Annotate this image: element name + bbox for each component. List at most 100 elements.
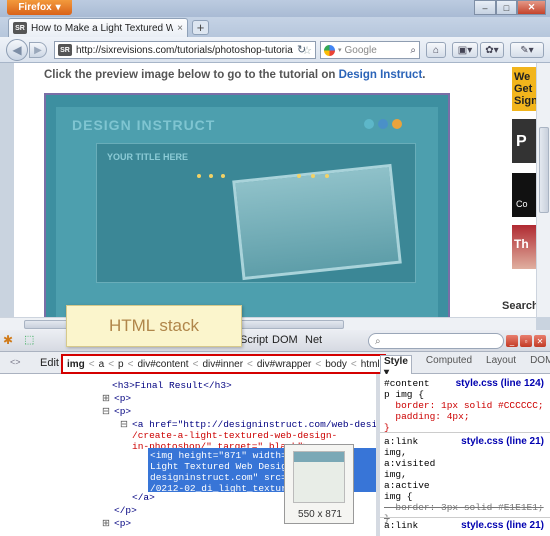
selected-line: Light Textured Web Design <box>150 461 293 472</box>
tools-button[interactable]: ✎▾ <box>510 42 544 58</box>
site-identity-icon[interactable]: SR <box>58 44 72 56</box>
sidebar-ad[interactable]: We Get Sign <box>512 67 536 111</box>
search-icon[interactable]: ⌕ <box>410 45 416 56</box>
home-button[interactable]: ⌂ <box>426 42 446 58</box>
css-source-link[interactable]: style.css (line 21) <box>461 520 544 531</box>
breadcrumb-separator: < <box>127 358 134 370</box>
firefox-menu-button[interactable]: Firefox ▾ <box>7 0 72 15</box>
tab-strip: SR How to Make a Light Textured Web Desi… <box>0 17 550 37</box>
site-favicon-icon: SR <box>13 22 27 34</box>
close-window-button[interactable]: ✕ <box>517 0 546 15</box>
slider-dot <box>221 174 225 178</box>
back-button[interactable]: ◀ <box>6 39 28 61</box>
preview-slider: YOUR TITLE HERE <box>96 143 416 283</box>
url-text[interactable]: http://sixrevisions.com/tutorials/photos… <box>76 45 298 56</box>
breadcrumb-img[interactable]: img <box>67 359 85 370</box>
tree-node[interactable]: <a href="http://designinstruct.com/web-d… <box>132 419 376 430</box>
breadcrumb-div-inner[interactable]: div#inner <box>202 359 243 370</box>
css-declarations[interactable]: border: 1px solid #CCCCCC; padding: 4px;… <box>384 400 544 433</box>
arrow-right-icon: ▶ <box>34 44 42 56</box>
breadcrumb-separator: < <box>88 358 95 370</box>
forward-button[interactable]: ▶ <box>29 42 47 58</box>
breadcrumb-separator: < <box>108 358 115 370</box>
tree-node-continuation: /create-a-light-textured-web-design- <box>132 430 338 441</box>
firebug-icon[interactable]: ✱ <box>3 333 13 347</box>
css-selector: a:link img, a:visited img, a:active img … <box>384 436 436 502</box>
tab-net[interactable]: Net <box>305 334 322 346</box>
arrow-left-icon: ◀ <box>12 43 22 57</box>
breadcrumb-div-wrapper[interactable]: div#wrapper <box>257 359 311 370</box>
breadcrumb-body[interactable]: body <box>325 359 347 370</box>
selected-line: /0212-02_di_light_texture <box>150 483 293 494</box>
tree-node[interactable]: <p> <box>114 518 131 529</box>
tab-script[interactable]: Script <box>240 334 268 346</box>
tree-node[interactable]: <h3>Final Result</h3> <box>112 380 232 391</box>
vertical-scrollbar[interactable] <box>536 63 550 317</box>
title-bar <box>0 0 550 17</box>
wrench-icon: ✎▾ <box>520 44 534 56</box>
css-source-link[interactable]: style.css (line 124) <box>456 378 544 389</box>
collapse-toggle-icon[interactable]: ⊟ <box>102 406 110 417</box>
reload-icon[interactable]: ↻ <box>297 43 306 56</box>
slider-dot <box>297 174 301 178</box>
sidebar-ad[interactable]: Co <box>512 173 536 217</box>
inspect-icon[interactable]: ⬚ <box>24 333 34 346</box>
search-icon: ⌕ <box>375 335 381 347</box>
breadcrumb-div-content[interactable]: div#content <box>137 359 188 370</box>
social-icon <box>378 119 388 129</box>
breadcrumb-separator: < <box>192 358 199 370</box>
tree-node[interactable]: </a> <box>132 492 155 503</box>
tab-close-icon[interactable]: × <box>177 23 183 34</box>
breadcrumb-separator: < <box>247 358 253 370</box>
breadcrumb-a[interactable]: a <box>99 359 105 370</box>
web-page: Click the preview image below to go to t… <box>14 63 536 317</box>
slider-dot <box>311 174 315 178</box>
edit-button[interactable]: Edit <box>40 357 59 369</box>
home-icon: ⌂ <box>432 44 440 56</box>
addon-button[interactable]: ✿▾ <box>480 42 504 58</box>
collapse-toggle-icon[interactable]: ⊟ <box>120 419 128 430</box>
sidebar-ad[interactable]: P <box>512 119 536 163</box>
firebug-search-input[interactable]: ⌕ <box>368 333 504 349</box>
browser-tab[interactable]: SR How to Make a Light Textured Web Desi… <box>8 18 188 37</box>
maximize-button[interactable]: □ <box>496 0 517 15</box>
firebug-close-button[interactable]: ✕ <box>534 335 546 347</box>
breadcrumb-html[interactable]: html <box>361 359 380 370</box>
firebug-minimize-button[interactable]: _ <box>506 335 518 347</box>
expand-toggle-icon[interactable]: ⊞ <box>102 393 110 404</box>
social-icon <box>364 119 374 129</box>
slider-dot <box>197 174 201 178</box>
firefox-menu-label: Firefox <box>18 2 52 13</box>
maximize-icon: □ <box>503 2 510 13</box>
google-icon[interactable] <box>324 44 335 56</box>
image-dimensions: 550 x 871 <box>298 509 342 520</box>
slider-dot <box>209 174 213 178</box>
address-bar[interactable]: SR http://sixrevisions.com/tutorials/pho… <box>54 41 316 59</box>
image-preview-tooltip: 550 x 871 <box>284 444 354 524</box>
tutorial-preview-image[interactable]: DESIGN INSTRUCT YOUR TITLE HERE <box>44 93 450 317</box>
sidebar-search-heading: Search <box>502 300 536 312</box>
minimize-button[interactable]: – <box>474 0 496 15</box>
breadcrumb-p[interactable]: p <box>118 359 124 370</box>
search-input[interactable]: Google <box>345 45 408 56</box>
intro-prefix: Click the preview image below to go to t… <box>44 69 339 81</box>
tree-node[interactable]: <p> <box>114 406 131 417</box>
sidebar-ad[interactable]: Th <box>512 225 536 269</box>
navigation-toolbar: ◀ ▶ SR http://sixrevisions.com/tutorials… <box>0 37 550 63</box>
expand-toggle-icon[interactable]: ⊞ <box>102 518 110 529</box>
new-tab-button[interactable]: + <box>192 20 209 35</box>
search-bar[interactable]: ▾ Google ⌕ <box>320 41 420 59</box>
intro-text: Click the preview image below to go to t… <box>44 69 425 81</box>
css-source-link[interactable]: style.css (line 21) <box>461 436 544 447</box>
bookmarks-button[interactable]: ▣▾ <box>452 42 478 58</box>
scrollbar-thumb[interactable] <box>539 127 549 213</box>
firebug-detach-button[interactable]: ▫ <box>520 335 532 347</box>
css-selector: #content p img { <box>384 378 430 400</box>
intro-suffix: . <box>422 69 426 81</box>
expand-arrows-icon[interactable]: <> <box>10 357 21 367</box>
design-instruct-link[interactable]: Design Instruct <box>339 69 423 81</box>
html-breadcrumb: img < a < p < div#content < div#inner < div#w… <box>61 354 386 374</box>
tab-dom[interactable]: DOM <box>272 334 298 346</box>
tree-node[interactable]: <p> <box>114 393 131 404</box>
tree-node[interactable]: </p> <box>114 505 137 516</box>
